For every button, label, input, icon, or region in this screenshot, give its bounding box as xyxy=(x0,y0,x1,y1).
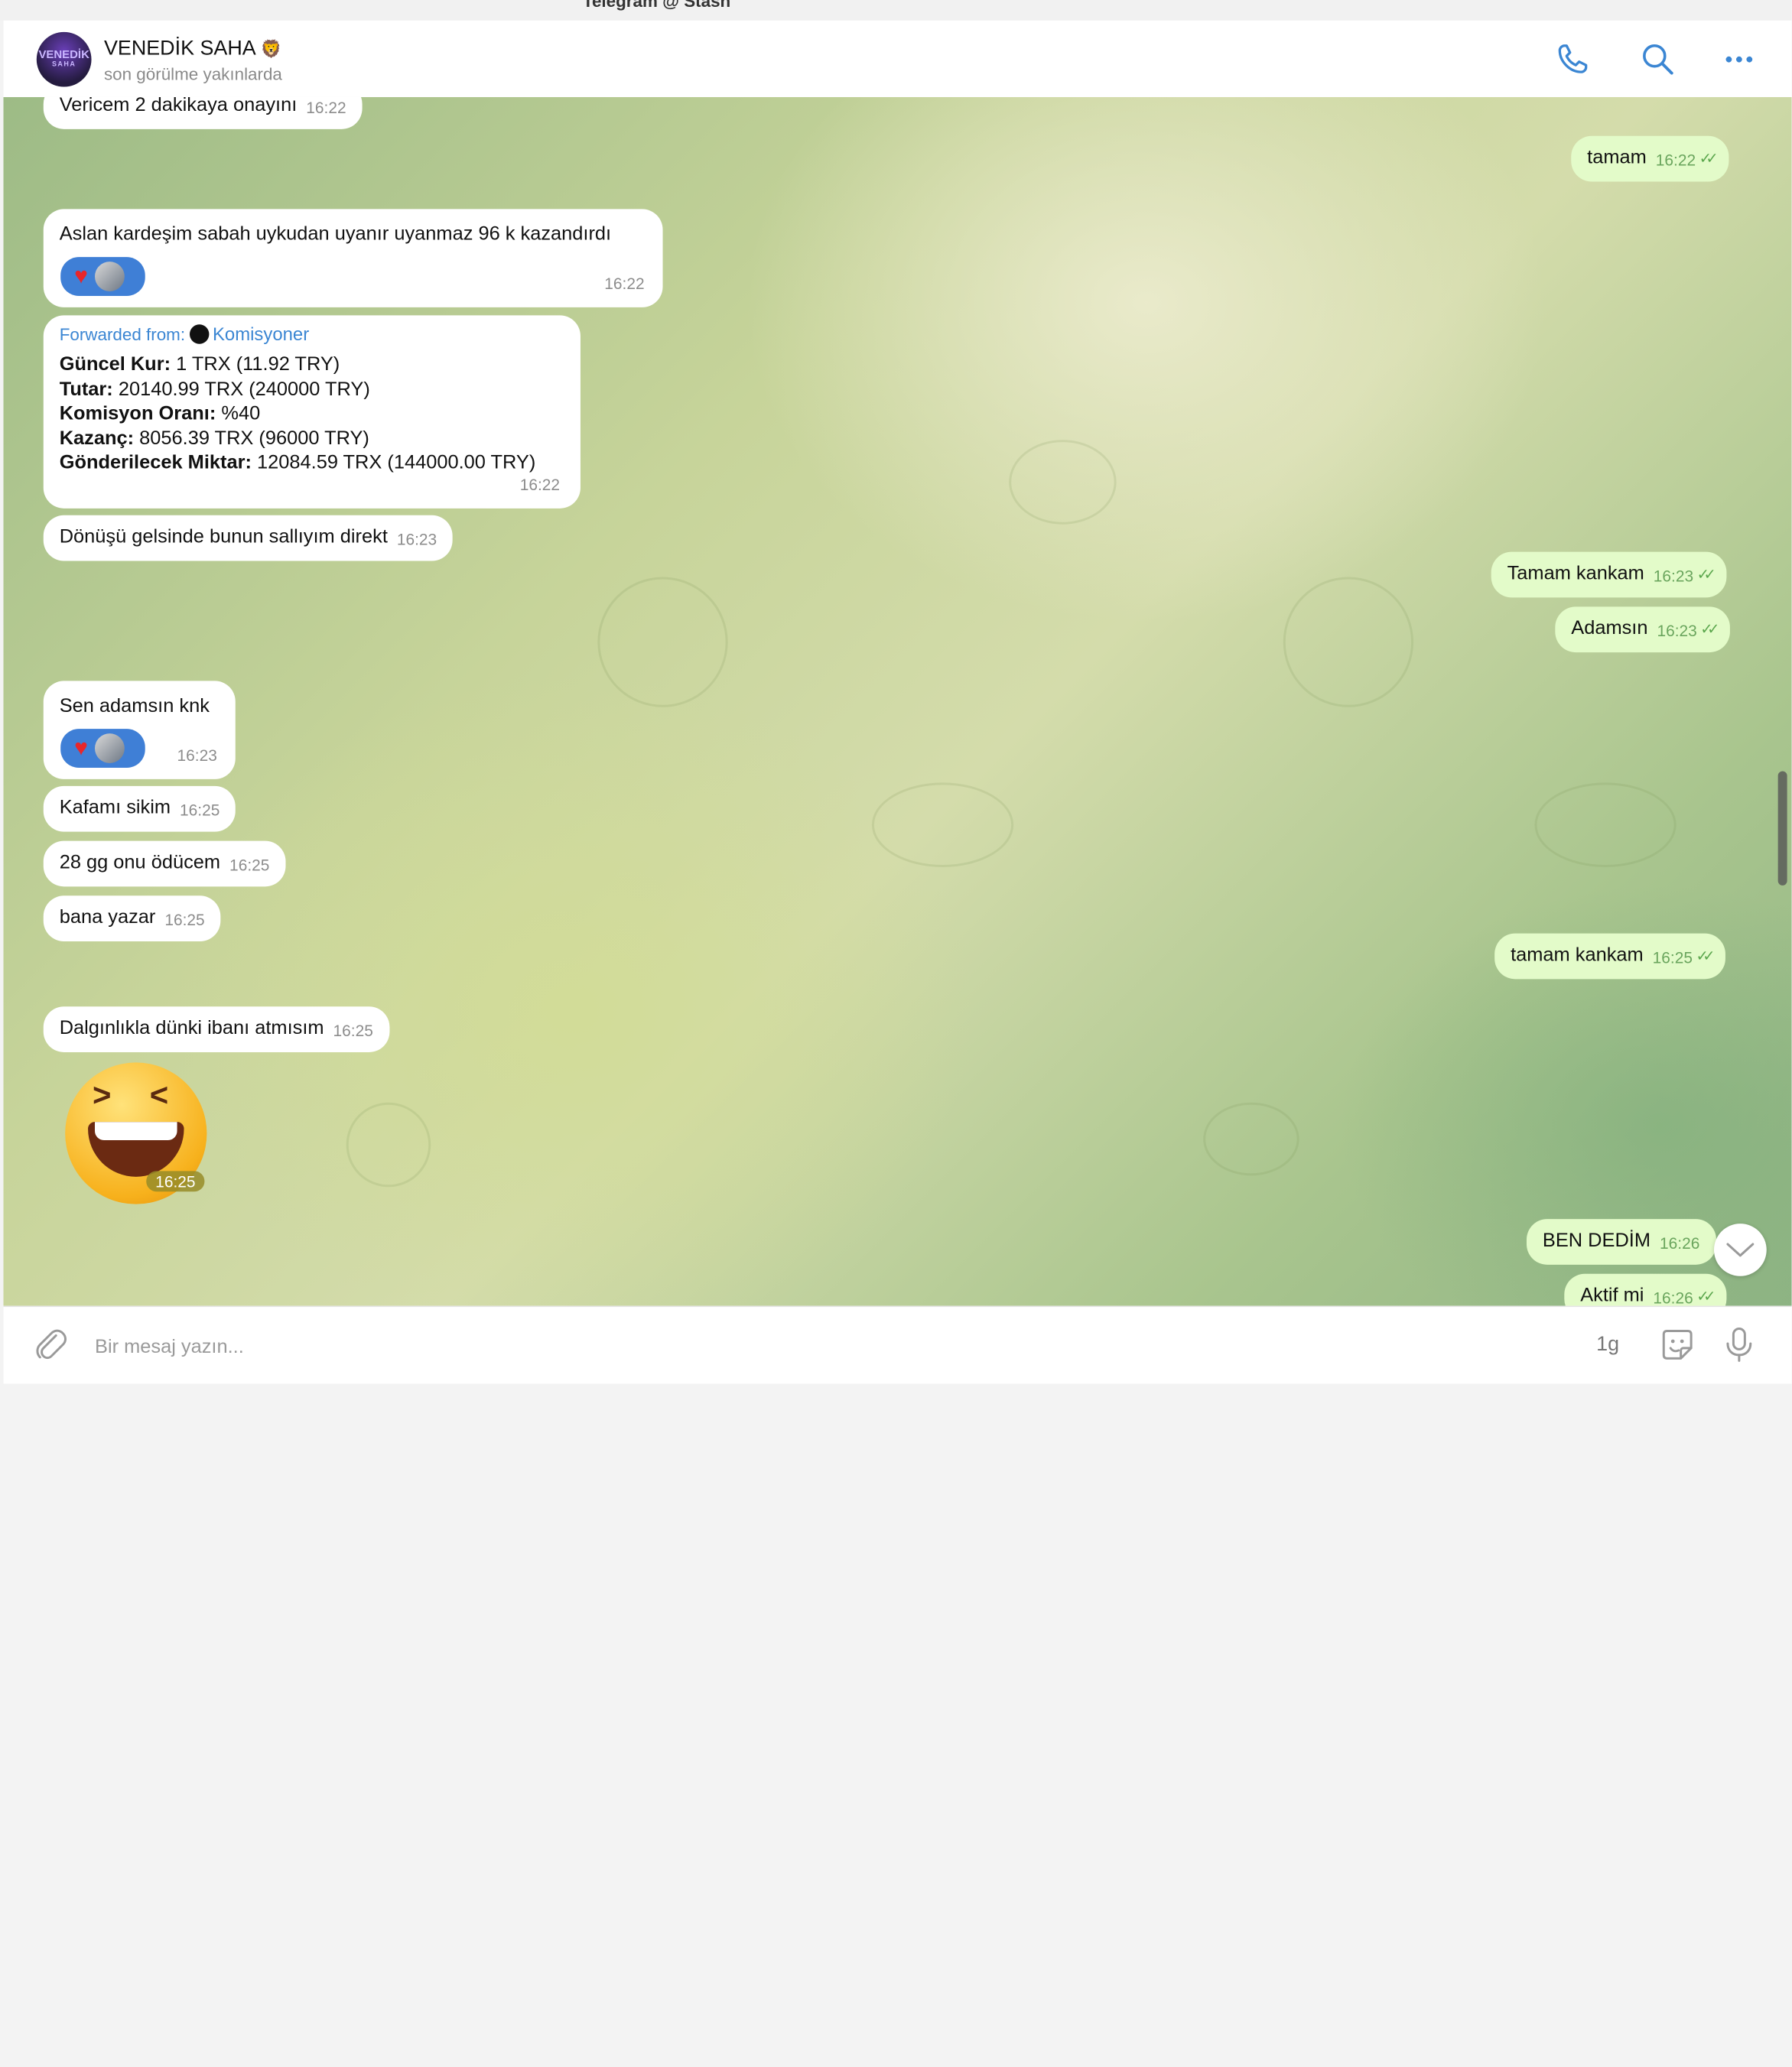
message-bubble[interactable]: Adamsın 16:23 ✓✓ xyxy=(1555,606,1730,653)
message-time: 16:25 xyxy=(164,910,205,929)
message-text: Aktif mi xyxy=(1580,1284,1644,1306)
background-doodle xyxy=(346,1102,431,1188)
title-bar: Telegram @ Stash xyxy=(0,0,1792,21)
message-text: 28 gg onu ödücem xyxy=(59,851,221,873)
message-time: 16:22 xyxy=(1655,151,1696,170)
forwarded-message[interactable]: Forwarded from: Komisyoner Güncel Kur: 1 … xyxy=(43,315,581,509)
chat-header: VENEDİK SAHA VENEDİK SAHA 🦁 son görülme y… xyxy=(3,20,1792,99)
message-time: 16:25 xyxy=(1652,948,1693,967)
message-time: 16:26 xyxy=(1653,1289,1693,1306)
message-time: 16:25 xyxy=(229,856,270,874)
phone-icon[interactable] xyxy=(1554,41,1591,78)
message-text: Kafamı sikim xyxy=(59,796,171,818)
message-bubble[interactable]: Sen adamsın knk ♥ 16:23 xyxy=(43,681,236,779)
message-time: 16:25 xyxy=(180,801,220,820)
message-bubble[interactable]: bana yazar 16:25 xyxy=(43,895,221,942)
forwarded-line: Komisyon Oranı: %40 xyxy=(59,401,261,424)
message-bubble[interactable]: 28 gg onu ödücem 16:25 xyxy=(43,840,286,887)
background-doodle xyxy=(1203,1102,1299,1176)
message-time: 16:23 xyxy=(396,530,437,549)
message-time: 16:25 xyxy=(333,1021,373,1040)
double-check-icon: ✓✓ xyxy=(1699,149,1719,167)
reaction-badge[interactable]: ♥ xyxy=(60,257,145,296)
message-bubble[interactable]: Aslan kardeşim sabah uykudan uyanır uyan… xyxy=(43,209,663,307)
forwarded-line: Tutar: 20140.99 TRX (240000 TRY) xyxy=(59,377,370,400)
message-text: Aslan kardeşim sabah uykudan uyanır uyan… xyxy=(59,223,612,245)
forwarded-line: Güncel Kur: 1 TRX (11.92 TRY) xyxy=(59,353,340,375)
double-check-icon: ✓✓ xyxy=(1696,1287,1716,1305)
message-bubble[interactable]: Vericem 2 dakikaya onayını 16:22 xyxy=(43,96,363,129)
message-time: 16:22 xyxy=(604,274,645,293)
message-bubble[interactable]: Kafamı sikim 16:25 xyxy=(43,785,236,832)
chat-title[interactable]: VENEDİK SAHA 🦁 xyxy=(104,37,282,60)
message-time: 16:23 xyxy=(177,746,217,765)
last-seen-status: son görülme yakınlarda xyxy=(103,65,282,85)
microphone-icon[interactable] xyxy=(1719,1325,1758,1364)
double-check-icon: ✓✓ xyxy=(1696,565,1716,583)
timer-label[interactable]: 1g xyxy=(1596,1332,1619,1356)
forwarded-label: Forwarded from: xyxy=(59,325,186,346)
search-icon[interactable] xyxy=(1640,41,1677,78)
scrollbar-thumb[interactable] xyxy=(1777,771,1787,886)
forwarded-avatar xyxy=(190,324,210,344)
scroll-down-button[interactable] xyxy=(1714,1224,1767,1276)
reactor-avatar xyxy=(94,733,125,763)
lion-badge-icon: 🦁 xyxy=(260,40,282,60)
message-time: 16:22 xyxy=(519,475,561,494)
background-doodle xyxy=(1283,577,1414,707)
avatar[interactable]: VENEDİK SAHA xyxy=(36,31,92,87)
message-bubble[interactable]: BEN DEDİM 16:26 xyxy=(1526,1219,1716,1265)
message-time: 16:23 xyxy=(1653,567,1694,585)
background-doodle xyxy=(597,577,728,707)
message-text: Sen adamsın knk xyxy=(59,694,210,717)
message-text: Dönüşü gelsinde bunun sallıyım direkt xyxy=(59,525,388,548)
message-bubble[interactable]: Dalgınlıkla dünki ibanı atmısım 16:25 xyxy=(43,1006,389,1052)
avatar-text: VENEDİK xyxy=(38,49,89,62)
message-text: BEN DEDİM xyxy=(1542,1229,1651,1251)
double-check-icon: ✓✓ xyxy=(1700,620,1719,638)
reactor-avatar xyxy=(94,262,125,291)
forwarded-line: Gönderilecek Miktar: 12084.59 TRX (14400… xyxy=(59,451,536,473)
chat-window: VENEDİK SAHA VENEDİK SAHA 🦁 son görülme y… xyxy=(3,20,1792,1384)
heart-icon: ♥ xyxy=(74,735,88,761)
background-doodle xyxy=(1009,440,1117,525)
double-check-icon: ✓✓ xyxy=(1696,947,1715,964)
message-time: 16:22 xyxy=(306,98,346,117)
message-time: 16:26 xyxy=(1659,1233,1700,1253)
message-input[interactable] xyxy=(93,1323,1526,1371)
chat-title-text: VENEDİK SAHA xyxy=(103,36,256,60)
forwarded-line: Kazanç: 8056.39 TRX (96000 TRY) xyxy=(59,427,369,449)
message-bubble[interactable]: tamam 16:22 ✓✓ xyxy=(1571,135,1729,182)
emoji-teeth xyxy=(95,1122,177,1141)
message-list[interactable]: Vericem 2 dakikaya onayını 16:22 tamam 16:… xyxy=(3,96,1792,1306)
message-text: bana yazar xyxy=(59,905,156,928)
message-bubble[interactable]: Tamam kankam 16:23 ✓✓ xyxy=(1491,551,1727,598)
message-bubble[interactable]: tamam kankam 16:25 ✓✓ xyxy=(1494,933,1726,980)
message-time: 16:23 xyxy=(1657,621,1697,640)
message-bubble[interactable]: Dönüşü gelsinde bunun sallıyım direkt 16:… xyxy=(43,515,454,561)
message-text: Vericem 2 dakikaya onayını xyxy=(59,96,298,115)
emoji-mouth xyxy=(88,1122,184,1177)
message-text: Tamam kankam xyxy=(1507,562,1644,584)
window-title: Telegram @ Stash xyxy=(582,0,731,11)
reaction-badge[interactable]: ♥ xyxy=(60,729,145,768)
avatar-subtext: SAHA xyxy=(51,61,76,69)
message-text: Adamsın xyxy=(1571,616,1648,639)
sticker-time: 16:25 xyxy=(146,1171,205,1192)
background-doodle xyxy=(1534,782,1677,867)
background-doodle xyxy=(871,782,1014,867)
message-text: tamam kankam xyxy=(1511,944,1644,966)
heart-icon: ♥ xyxy=(74,263,88,289)
eye-left-icon: > xyxy=(93,1077,112,1113)
forwarded-from-name[interactable]: Komisyoner xyxy=(213,326,309,345)
message-composer: 1g xyxy=(3,1305,1792,1384)
message-text: tamam xyxy=(1587,146,1647,168)
message-text: Dalgınlıkla dünki ibanı atmısım xyxy=(59,1016,324,1039)
message-bubble[interactable]: Aktif mi 16:26 ✓✓ xyxy=(1564,1273,1726,1306)
more-icon[interactable] xyxy=(1721,41,1758,78)
chevron-down-icon xyxy=(1726,1243,1755,1257)
sticker-icon[interactable] xyxy=(1658,1325,1697,1364)
paperclip-icon[interactable] xyxy=(31,1325,70,1364)
eye-right-icon: < xyxy=(149,1077,169,1113)
